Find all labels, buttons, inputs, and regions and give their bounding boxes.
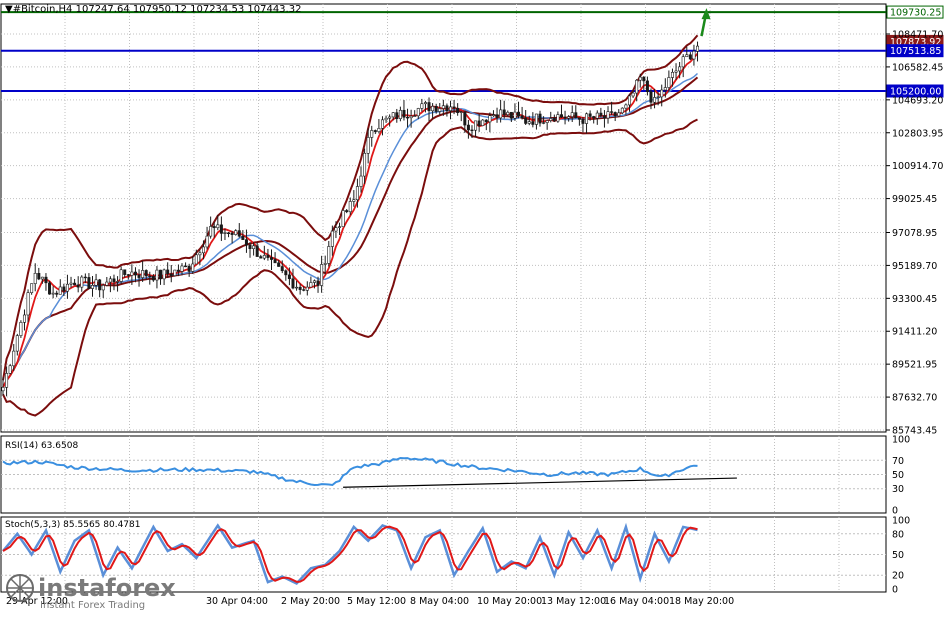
price-level-label: 109730.25 — [890, 8, 941, 19]
chart-header: ▼#Bitcoin,H4 107247.64 107950.12 107234.… — [5, 4, 301, 15]
instaforex-watermark: instaforex Instant Forex Trading — [6, 574, 176, 611]
time-tick-label: 8 May 04:00 — [410, 596, 469, 607]
candle — [8, 364, 12, 375]
time-tick-label: 2 May 20:00 — [281, 596, 340, 607]
price-tick-label: 106582.45 — [892, 62, 943, 73]
price-tick-label: 93300.45 — [892, 294, 937, 305]
price-tick-label: 87632.70 — [892, 393, 937, 404]
time-tick-label: 5 May 12:00 — [347, 596, 406, 607]
candle — [173, 269, 177, 277]
candle — [620, 107, 624, 115]
price-tick-label: 108471.70 — [892, 30, 943, 41]
candle — [481, 119, 485, 127]
stoch-tick-label: 80 — [892, 529, 904, 540]
price-tick-label: 89521.95 — [892, 360, 937, 371]
price-pane — [0, 3, 887, 433]
rsi-title: RSI(14) 63.6508 — [5, 441, 78, 451]
rsi-tick-label: 100 — [892, 435, 910, 446]
time-tick-label: 18 May 20:00 — [669, 596, 734, 607]
stoch-title: Stoch(5,3,3) 85.5565 80.4781 — [5, 520, 140, 530]
stoch-tick-label: 20 — [892, 571, 904, 582]
watermark-tagline: Instant Forex Trading — [40, 600, 145, 611]
time-tick-label: 16 May 04:00 — [604, 596, 669, 607]
price-tick-label: 97078.95 — [892, 228, 937, 239]
stoch-tick-label: 100 — [892, 516, 910, 527]
stoch-tick-label: 50 — [892, 550, 904, 561]
candle — [341, 209, 345, 227]
watermark-brand: instaforex — [38, 574, 176, 602]
price-tick-label: 91411.20 — [892, 327, 937, 338]
candle — [48, 280, 52, 295]
rsi-tick-label: 30 — [892, 484, 904, 495]
time-tick-label: 13 May 12:00 — [541, 596, 606, 607]
price-tick-label: 95189.70 — [892, 261, 937, 272]
price-level-label: 107513.85 — [890, 46, 941, 57]
price-tick-label: 100914.70 — [892, 161, 943, 172]
candle — [19, 320, 23, 338]
price-tick-label: 104693.20 — [892, 95, 943, 106]
rsi-tick-label: 70 — [892, 456, 904, 467]
instaforex-logo-icon — [6, 574, 34, 602]
rsi-tick-label: 50 — [892, 470, 904, 481]
stoch-tick-label: 0 — [892, 585, 898, 596]
price-tick-label: 102803.95 — [892, 128, 943, 139]
chart-canvas: 109730.25107873.92107513.85105200.00 108… — [0, 3, 944, 611]
time-tick-label: 10 May 20:00 — [477, 596, 542, 607]
price-tick-label: 99025.45 — [892, 194, 937, 205]
time-tick-label: 30 Apr 04:00 — [206, 596, 268, 607]
chart-window: 109730.25 107873.92 107513.85 105200.00 108… — [0, 0, 944, 613]
